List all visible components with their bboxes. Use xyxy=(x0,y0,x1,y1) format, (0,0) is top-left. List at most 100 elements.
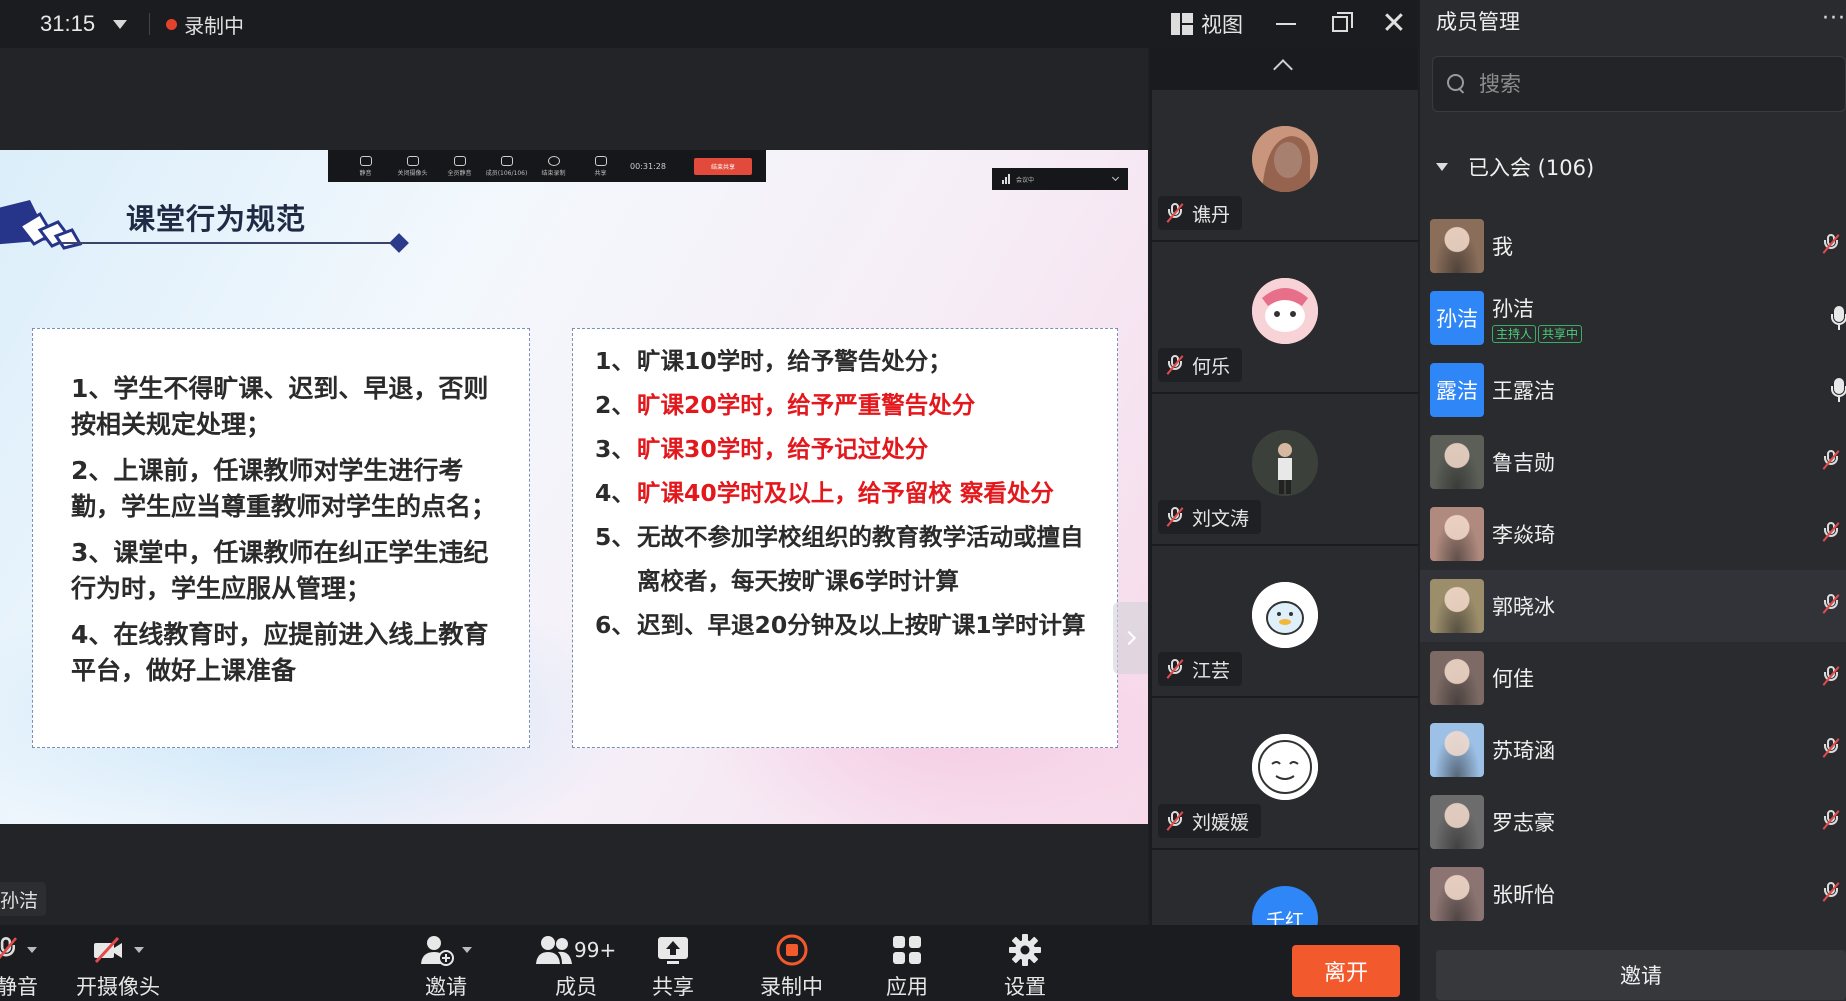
share-button[interactable]: 共享 xyxy=(652,933,694,1001)
participant-tile[interactable]: 江芸 xyxy=(1152,546,1418,696)
avatar-text: 千红 xyxy=(1265,909,1304,926)
participant-tile[interactable]: 刘文涛 xyxy=(1152,394,1418,544)
chevron-right-icon xyxy=(1121,630,1136,646)
member-row[interactable]: 露洁 王露洁 xyxy=(1420,354,1846,426)
title-dot xyxy=(389,233,409,253)
member-row[interactable]: 何佳 xyxy=(1420,642,1846,714)
search-input[interactable] xyxy=(1479,72,1819,96)
recording-dot-icon xyxy=(166,18,178,30)
close-button[interactable]: ✕ xyxy=(1369,0,1419,48)
restore-button[interactable] xyxy=(1315,0,1365,48)
avatar xyxy=(1430,219,1484,273)
mic-muted-icon[interactable] xyxy=(1822,234,1840,254)
participant-tile[interactable]: 刘媛媛 xyxy=(1152,698,1418,848)
invite-toolbar-button[interactable]: 邀请 xyxy=(420,933,472,1001)
member-info: 李焱琦 xyxy=(1492,519,1555,549)
member-row[interactable]: 我 xyxy=(1420,210,1846,282)
apps-grid-icon xyxy=(893,936,921,964)
member-panel: 成员管理 ··· 已入会 (106) 我孙洁孙洁主持人共享中露洁王露洁鲁吉勋李焱… xyxy=(1420,0,1846,1001)
member-name: 王露洁 xyxy=(1492,379,1555,403)
member-row[interactable]: 李焱琦 xyxy=(1420,498,1846,570)
minimize-button[interactable] xyxy=(1261,0,1311,48)
share-screen-icon xyxy=(658,937,688,964)
participant-tile[interactable]: 谯丹 xyxy=(1152,90,1418,240)
mini-mute-icon: 静音 xyxy=(342,155,389,177)
member-row[interactable]: 鲁吉勋 xyxy=(1420,426,1846,498)
caret-down-icon xyxy=(1436,163,1448,171)
title-decoration-icon xyxy=(0,200,83,250)
participant-tile[interactable]: 千红 xyxy=(1152,850,1418,925)
invite-button[interactable]: 邀请 xyxy=(1436,950,1846,1000)
mute-button[interactable]: 静音 xyxy=(0,933,38,1001)
settings-button[interactable]: 设置 xyxy=(1004,933,1046,1001)
mic-muted-icon[interactable] xyxy=(1822,738,1840,758)
members-button[interactable]: 99+ 成员 xyxy=(536,933,616,1001)
more-icon[interactable]: ··· xyxy=(1822,6,1846,31)
shared-mini-toolbar: 静音 关闭摄像头 全员静音 成员(106/106) 结束录制 共享 00:31:… xyxy=(328,150,766,182)
member-search[interactable] xyxy=(1432,56,1846,112)
participant-name: 刘媛媛 xyxy=(1192,811,1250,834)
record-button[interactable]: 录制中 xyxy=(760,933,823,1001)
avatar: 孙洁 xyxy=(1430,291,1484,345)
member-row[interactable]: 罗志豪 xyxy=(1420,786,1846,858)
mute-label: 静音 xyxy=(0,975,38,999)
next-page-button[interactable] xyxy=(1113,602,1148,674)
leave-button[interactable]: 离开 xyxy=(1292,945,1400,997)
member-name: 郭晓冰 xyxy=(1492,595,1555,619)
recording-status[interactable]: 录制中 xyxy=(184,10,244,39)
penalty-text: 无故不参加学校组织的教育教学活动或擅自离校者，每天按旷课6学时计算 xyxy=(637,523,1084,595)
member-row[interactable]: 苏琦涵 xyxy=(1420,714,1846,786)
gear-icon xyxy=(1009,934,1041,966)
avatar xyxy=(1430,651,1484,705)
joined-group-header[interactable]: 已入会 (106) xyxy=(1436,152,1594,182)
mic-muted-icon[interactable] xyxy=(1822,666,1840,686)
mic-muted-icon xyxy=(1166,811,1184,831)
penalty-item: 6、 迟到、早退20分钟及以上按旷课1学时计算 xyxy=(595,603,1097,647)
participant-name-tag: 刘媛媛 xyxy=(1158,804,1262,838)
timer-dropdown-icon[interactable] xyxy=(113,19,128,29)
member-name: 张昕怡 xyxy=(1492,883,1555,907)
member-panel-title: 成员管理 xyxy=(1436,10,1520,34)
member-name: 何佳 xyxy=(1492,667,1534,691)
member-list: 我孙洁 孙洁 主持人 共享中 露洁 王露洁鲁吉勋李焱琦郭晓冰何佳苏琦涵罗志豪张昕怡 xyxy=(1420,210,1846,930)
penalty-num: 3、 xyxy=(595,435,635,463)
avatar xyxy=(1252,582,1318,648)
member-info: 王露洁 xyxy=(1492,375,1555,405)
avatar xyxy=(1430,579,1484,633)
rule-item: 4、在线教育时，应提前进入线上教育平台，做好上课准备 xyxy=(71,620,489,685)
camera-off-icon xyxy=(94,936,122,964)
caret-down-icon[interactable] xyxy=(462,947,472,953)
camera-label: 开摄像头 xyxy=(76,975,160,999)
mini-members-icon: 成员(106/106) xyxy=(483,155,530,177)
role-badge: 主持人 xyxy=(1492,325,1537,343)
member-name: 鲁吉勋 xyxy=(1492,451,1555,475)
participant-name-tag: 谯丹 xyxy=(1158,196,1243,230)
mini-record-icon: 结束录制 xyxy=(530,155,577,177)
mic-muted-icon[interactable] xyxy=(1822,450,1840,470)
participant-name-tag: 刘文涛 xyxy=(1158,500,1262,534)
penalty-text: 迟到、早退20分钟及以上按旷课1学时计算 xyxy=(637,611,1086,639)
mic-muted-icon[interactable] xyxy=(1822,882,1840,902)
caret-down-icon[interactable] xyxy=(27,947,37,953)
camera-button[interactable]: 开摄像头 xyxy=(76,933,160,1001)
member-row[interactable]: 张昕怡 xyxy=(1420,858,1846,930)
member-info: 罗志豪 xyxy=(1492,807,1555,837)
mini-stop-share: 结束共享 xyxy=(694,157,752,175)
apps-button[interactable]: 应用 xyxy=(886,933,928,1001)
member-row[interactable]: 孙洁 孙洁 主持人 共享中 xyxy=(1420,282,1846,354)
member-info: 我 xyxy=(1492,231,1513,261)
view-button[interactable]: 视图 xyxy=(1171,9,1243,39)
mic-muted-icon[interactable] xyxy=(1822,522,1840,542)
mic-muted-icon[interactable] xyxy=(1822,810,1840,830)
member-info: 苏琦涵 xyxy=(1492,735,1555,765)
member-row[interactable]: 郭晓冰 xyxy=(1420,570,1846,642)
rule-item: 2、上课前，任课教师对学生进行考勤，学生应当尊重教师对学生的点名； xyxy=(71,456,497,521)
participant-tile[interactable]: 何乐 xyxy=(1152,242,1418,392)
bottom-toolbar: 静音 开摄像头 邀请 99+ 成员 共享 录制中 应用 设置 离开 xyxy=(0,925,1419,1001)
shared-slide: 静音 关闭摄像头 全员静音 成员(106/106) 结束录制 共享 00:31:… xyxy=(0,150,1148,824)
mic-muted-icon[interactable] xyxy=(1822,594,1840,614)
caret-down-icon[interactable] xyxy=(134,947,144,953)
penalty-text: 旷课30学时，给予记过处分 xyxy=(637,435,929,463)
chevron-up-icon[interactable] xyxy=(1273,59,1293,79)
avatar xyxy=(1252,430,1318,496)
